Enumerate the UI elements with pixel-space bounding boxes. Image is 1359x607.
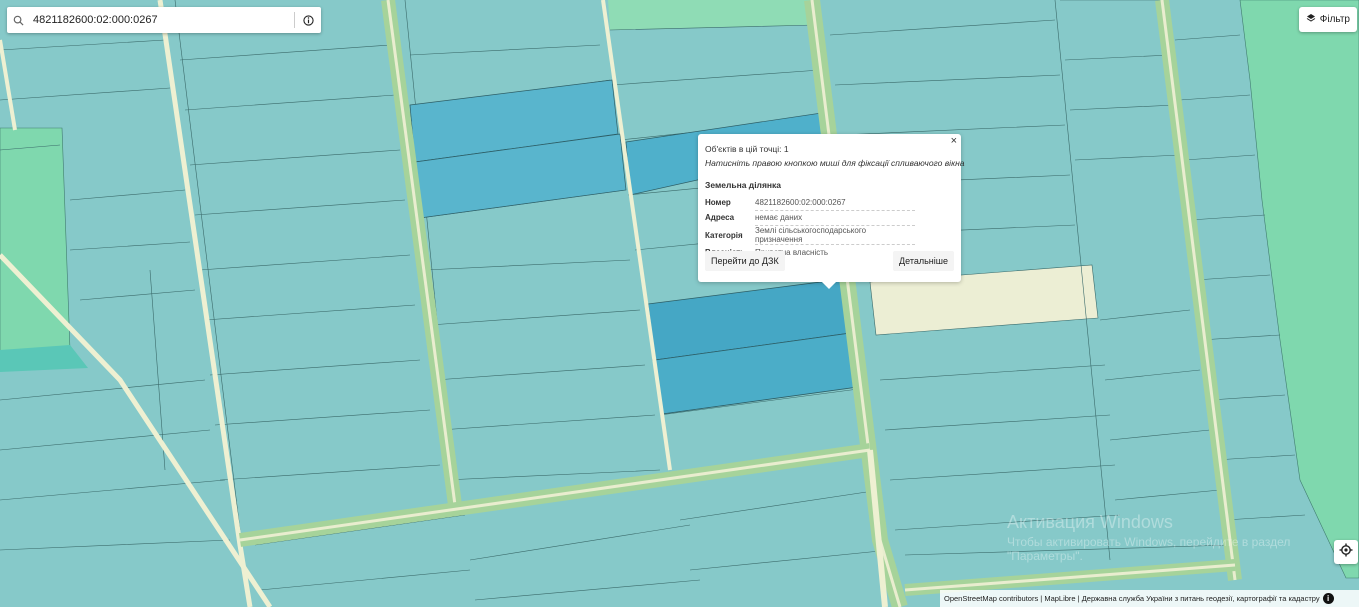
parcel-info-table: Номер 4821182600:02:000:0267 Адреса нема… <box>705 195 915 260</box>
row-value: Землі сільськогосподарського призначення <box>755 225 915 245</box>
parcel-popup: × Об'єктів в цій точці: 1 Натисніть прав… <box>698 134 965 289</box>
watermark-title: Активация Windows <box>1007 512 1173 532</box>
table-row: Категорія Землі сільськогосподарського п… <box>705 225 915 245</box>
objects-count: Об'єктів в цій точці: 1 <box>705 144 789 154</box>
watermark-text: Чтобы активировать Windows, перейдите в … <box>1007 535 1291 563</box>
table-row: Адреса немає даних <box>705 210 915 226</box>
filter-button[interactable]: Фільтр <box>1298 7 1357 32</box>
row-key: Номер <box>705 198 731 207</box>
row-key: Адреса <box>705 213 735 223</box>
green-area <box>0 127 71 356</box>
layers-icon <box>1306 13 1316 26</box>
info-icon[interactable] <box>295 14 321 26</box>
attribution-info-icon[interactable]: i <box>1322 593 1334 604</box>
geolocate-button[interactable] <box>1334 540 1358 564</box>
popup-hint: Натисніть правою кнопкою миші для фіксац… <box>705 158 965 168</box>
filter-label: Фільтр <box>1319 14 1350 25</box>
row-key: Категорія <box>705 230 743 240</box>
crosshair-icon <box>1339 543 1353 562</box>
activation-watermark: Активация Windows Чтобы активировать Win… <box>1007 512 1359 563</box>
popup-title: Земельна ділянка <box>705 180 782 190</box>
goto-dzk-button[interactable]: Перейти до ДЗК <box>705 251 785 271</box>
row-value: 4821182600:02:000:0267 <box>755 195 915 211</box>
search-input[interactable] <box>29 9 294 31</box>
details-button[interactable]: Детальніше <box>893 251 954 271</box>
table-row: Номер 4821182600:02:000:0267 <box>705 195 915 211</box>
attribution-text[interactable]: OpenStreetMap contributors | MapLibre | … <box>944 594 1320 603</box>
row-value: немає даних <box>755 210 915 226</box>
search-bar <box>7 7 321 33</box>
search-icon <box>7 15 29 26</box>
close-icon[interactable]: × <box>951 135 957 147</box>
map-attribution: OpenStreetMap contributors | MapLibre | … <box>940 590 1359 607</box>
